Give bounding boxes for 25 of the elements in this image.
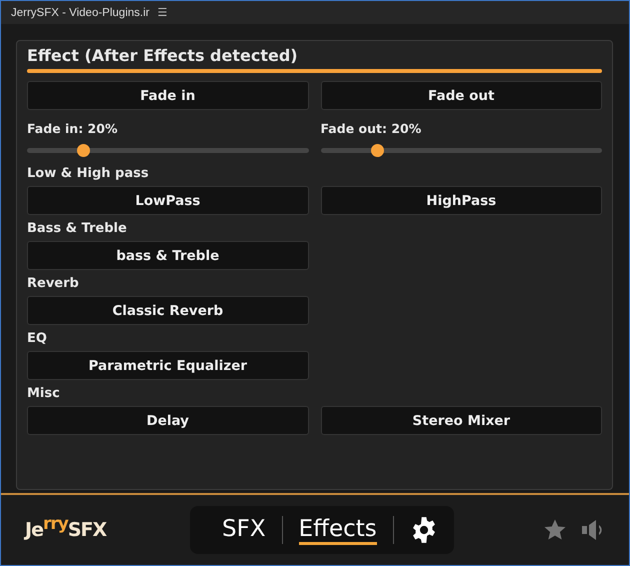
effect-button[interactable]: Parametric Equalizer: [27, 351, 308, 380]
effect-button[interactable]: LowPass: [27, 186, 308, 215]
nav-tab[interactable]: SFX: [206, 512, 282, 548]
slider-thumb[interactable]: [370, 144, 384, 157]
section-heading: EQ: [27, 330, 48, 348]
menu-icon[interactable]: ☰: [157, 6, 168, 19]
slider-thumb[interactable]: [77, 144, 90, 157]
slider-label: Fade in: 20%: [27, 121, 118, 136]
effect-button[interactable]: Delay: [27, 406, 308, 435]
effect-button[interactable]: Stereo Mixer: [320, 406, 602, 435]
effect-button[interactable]: Fade out: [320, 81, 602, 110]
panel-title: Effect (After Effects detected): [27, 45, 299, 67]
section-heading: Misc: [27, 385, 61, 403]
section-heading: Bass & Treble: [27, 220, 128, 238]
window-title: JerrySFX - Video-Plugins.ir: [11, 6, 150, 18]
slider-label: Fade out: 20%: [320, 121, 422, 136]
star-icon[interactable]: [543, 518, 567, 542]
effect-button[interactable]: bass & Treble: [27, 241, 308, 270]
section-heading: Low & High pass: [27, 165, 150, 183]
effect-button[interactable]: HighPass: [320, 186, 602, 215]
logo: Je$^{rry}$SFX: [25, 519, 108, 541]
section-heading: Reverb: [27, 275, 80, 293]
effect-button[interactable]: Fade in: [27, 81, 308, 110]
effect-button[interactable]: Classic Reverb: [27, 296, 308, 325]
nav-tab[interactable]: Effects: [298, 515, 377, 545]
